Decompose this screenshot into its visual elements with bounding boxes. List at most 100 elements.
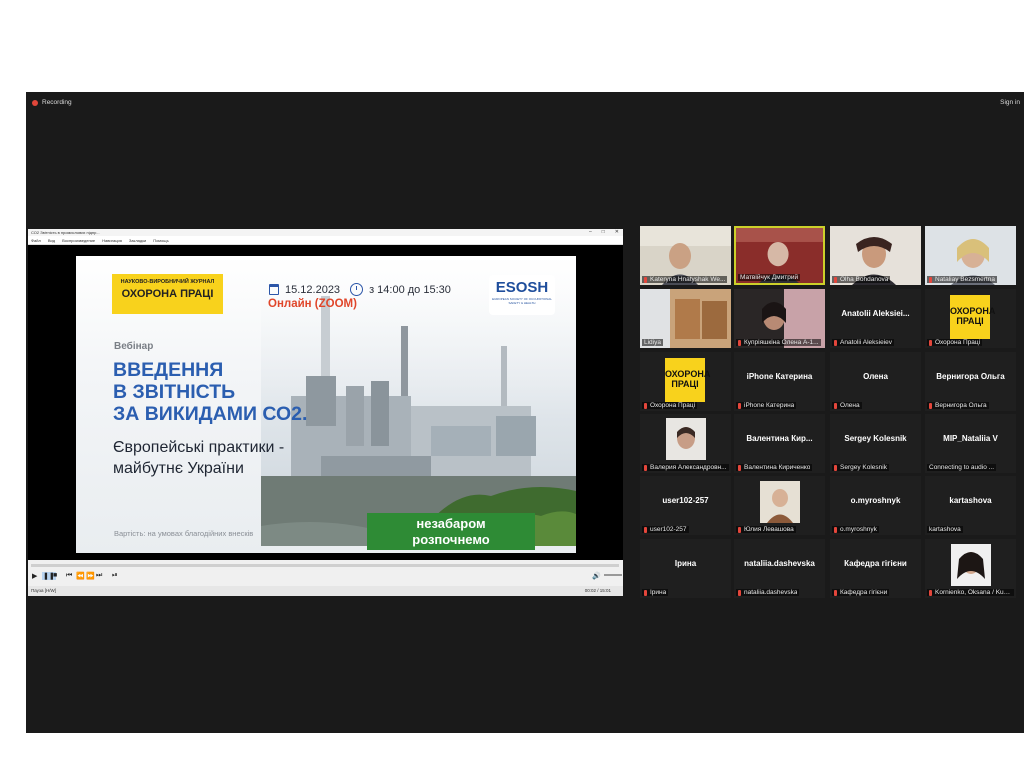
participant-tile[interactable]: iPhone Катерина iPhone Катерина [734,352,825,411]
starting-soon-line: розпочнемо [412,532,490,547]
participant-tile[interactable]: Ірина Ірина [640,539,731,598]
participant-display-name: iPhone Катерина [746,372,813,381]
muted-mic-icon [644,526,647,533]
participant-tile[interactable]: Sergey Kolesnik Sergey Kolesnik [830,414,921,473]
participant-name: Вернигора Ольга [935,402,987,409]
participant-name: Nataliay Bezsmertna [935,276,995,283]
participant-tile[interactable]: user102-257 user102-257 [640,476,731,535]
participant-name: Купріяшкіна Олена А-1... [744,339,819,346]
participant-tile[interactable]: kartashova kartashova [925,476,1016,535]
frame-step-icon[interactable]: ⏯ [112,572,118,580]
clock-icon [350,283,364,296]
slide-subtitle: Європейські практики - майбутнє України [113,437,333,479]
muted-mic-icon [834,276,837,283]
logo-line: ОХОРОНА [665,369,711,379]
player-titlebar: СО2 Звітність в промислових підпр... – □… [28,229,623,236]
participant-display-name: Anatolii Aleksiei... [841,309,910,318]
fast-forward-icon[interactable]: ⏩ [86,572,95,580]
webinar-slide: НАУКОВО-ВИРОБНИЧИЙ ЖУРНАЛ ОХОРОНА ПРАЦІ … [76,256,576,553]
participant-name: Kateryna Hnatyshak We... [650,276,726,283]
participant-tile[interactable]: o.myroshnyk o.myroshnyk [830,476,921,535]
logo-line: ПРАЦІ [671,379,699,389]
menu-playback[interactable]: Воспроизведение [62,238,95,243]
seek-bar[interactable] [31,564,619,567]
journal-name: ОХОРОНА ПРАЦІ [121,288,214,300]
close-button[interactable]: ✕ [615,229,619,235]
participant-tile[interactable]: Olha Bohdanova [830,226,921,285]
participant-tile[interactable]: Валентина Кир... Валентина Кириченко [734,414,825,473]
muted-mic-icon [834,464,837,471]
sign-in-button[interactable]: Sign in [1000,99,1020,106]
slide-title-line: ЗА ВИКИДАМИ СО2. [113,403,308,425]
maximize-button[interactable]: □ [602,229,605,235]
muted-mic-icon [929,276,932,283]
participant-tile[interactable]: ОХОРОНА ПРАЦІ Охорона Праці [925,289,1016,348]
menu-view[interactable]: Вид [48,238,55,243]
muted-mic-icon [929,339,932,346]
muted-mic-icon [834,526,837,533]
minimize-button[interactable]: – [589,229,592,235]
muted-mic-icon [644,464,647,471]
muted-mic-icon [644,276,647,283]
muted-mic-icon [738,526,741,533]
participant-tile[interactable]: Nataliay Bezsmertna [925,226,1016,285]
participant-tile[interactable]: Вернигора Ольга Вернигора Ольга [925,352,1016,411]
participant-tile[interactable]: Anatolii Aleksiei... Anatolii Aleksieiev [830,289,921,348]
participant-tile[interactable]: Валерия Александровн... [640,414,731,473]
participant-logo: ОХОРОНА ПРАЦІ [665,358,711,402]
muted-mic-icon [644,402,647,409]
participant-display-name: MIP_Nataliia V [943,434,998,443]
participant-tile[interactable]: nataliia.dashevska nataliia.dashevska [734,539,825,598]
participant-display-name: Кафедра гігієни [844,559,907,568]
participant-tile[interactable]: Купріяшкіна Олена А-1... [734,289,825,348]
participant-tile[interactable]: Kateryna Hnatyshak We... [640,226,731,285]
stop-icon[interactable]: ■ [53,572,57,579]
recording-indicator[interactable]: Recording [32,99,72,106]
participant-display-name: Вернигора Ольга [936,372,1005,381]
participant-name: Юлия Левашова [744,526,794,533]
player-title: СО2 Звітність в промислових підпр... [31,230,100,235]
player-status: Пауза [H/W] [31,588,57,593]
menu-help[interactable]: Помощь [153,238,168,243]
participant-tile[interactable]: MIP_Nataliia V Connecting to audio ... [925,414,1016,473]
participant-name: nataliia.dashevska [744,589,798,596]
muted-mic-icon [929,402,932,409]
recording-label: Recording [42,99,72,106]
menu-navigation[interactable]: Навигация [102,238,122,243]
esosh-logo: ESOSH EUROPEAN SOCIETY OF OCCUPATIONAL S… [489,275,555,315]
muted-mic-icon [738,464,741,471]
volume-icon[interactable]: 🔊 [592,572,601,580]
next-icon[interactable]: ⏭ [96,572,102,580]
price-note: Вартість: на умовах благодійних внесків [114,529,254,538]
muted-mic-icon [929,589,932,596]
participant-display-name: Валентина Кир... [746,434,813,443]
play-icon[interactable]: ▶ [32,572,37,580]
participant-name: Валерия Александровн... [650,464,727,471]
participant-tile[interactable]: Юлия Левашова [734,476,825,535]
participant-tile[interactable]: ОХОРОНА ПРАЦІ Охорона Праці [640,352,731,411]
webinar-label: Вебінар [114,341,154,352]
previous-icon[interactable]: ⏮ [66,572,72,580]
journal-subtitle: НАУКОВО-ВИРОБНИЧИЙ ЖУРНАЛ [120,279,215,285]
participant-display-name: nataliia.dashevska [744,559,815,568]
volume-slider[interactable] [604,574,622,576]
menu-bookmarks[interactable]: Закладки [129,238,146,243]
muted-mic-icon [644,589,647,596]
participant-tile[interactable]: Kornienko, Oksana / Kue... [925,539,1016,598]
participant-name: o.myroshnyk [840,526,877,533]
participant-tile-active-speaker[interactable]: Матвійчук Дмитрий [734,226,825,285]
event-date: 15.12.2023 [285,283,341,296]
menu-file[interactable]: Файл [31,238,41,243]
starting-soon-banner: незабаром розпочнемо [367,513,535,550]
participant-tile[interactable]: Lidiya [640,289,731,348]
slide-title-line: В ЗВІТНІСТЬ [113,381,236,403]
muted-mic-icon [738,339,741,346]
esosh-title: ESOSH [495,279,549,296]
participant-name: Anatolii Aleksieiev [840,339,893,346]
participant-tile[interactable]: Олена Олена [830,352,921,411]
participant-tile[interactable]: Кафедра гігієни Кафедра гігієни [830,539,921,598]
rewind-icon[interactable]: ⏪ [76,572,85,580]
muted-mic-icon [834,589,837,596]
slide-title: ВВЕДЕННЯ В ЗВІТНІСТЬ ЗА ВИКИДАМИ СО2. [113,359,353,425]
participant-name: Валентина Кириченко [744,464,811,471]
